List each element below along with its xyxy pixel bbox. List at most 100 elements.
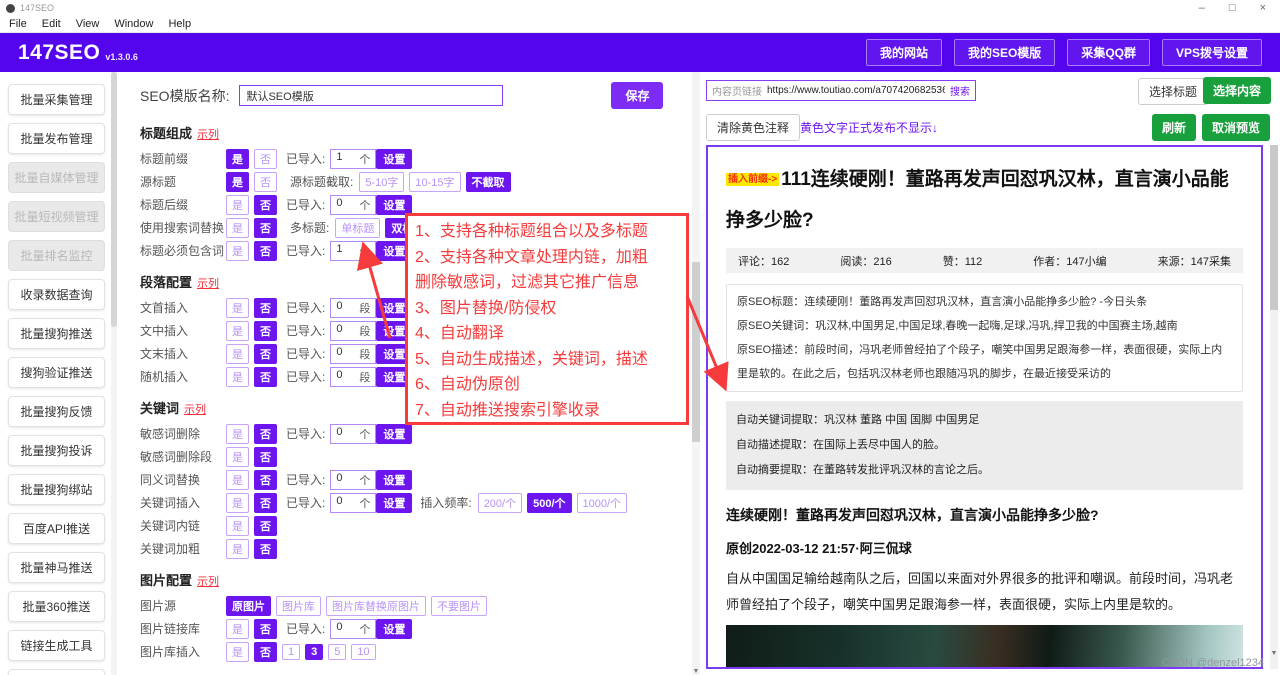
imported-count-input[interactable]: 0段 — [330, 298, 376, 318]
toggle-option[interactable]: 是 — [226, 619, 249, 639]
settings-button[interactable]: 设置 — [376, 195, 412, 215]
content-link-box[interactable]: 内容页链接 https://www.toutiao.com/a707420682… — [706, 80, 976, 101]
refresh-button[interactable]: 刷新 — [1152, 114, 1196, 141]
preview-scrollbar-thumb[interactable] — [1270, 145, 1278, 310]
toggle-option[interactable]: 否 — [254, 321, 277, 341]
menu-item-view[interactable]: View — [76, 18, 100, 30]
imported-count-input[interactable]: 0个 — [330, 470, 376, 490]
close-icon[interactable]: × — [1260, 1, 1266, 15]
toggle-option[interactable]: 是 — [226, 241, 249, 261]
header-nav-item[interactable]: 采集QQ群 — [1067, 39, 1150, 66]
header-nav-item[interactable]: 我的网站 — [866, 39, 942, 66]
menu-item-edit[interactable]: Edit — [42, 18, 61, 30]
sidebar-item[interactable]: 百度API推送 — [8, 513, 105, 544]
toggle-option[interactable]: 是 — [226, 367, 249, 387]
sidebar-scrollbar-thumb[interactable] — [111, 72, 117, 327]
toggle-option[interactable]: 是 — [226, 149, 249, 169]
imported-count-input[interactable]: 0个 — [330, 493, 376, 513]
main-scrollbar-thumb[interactable] — [692, 262, 700, 442]
toggle-option[interactable]: 是 — [226, 493, 249, 513]
content-link-url[interactable]: https://www.toutiao.com/a707420682536052… — [767, 85, 945, 96]
option-chip[interactable]: 不截取 — [466, 172, 511, 192]
option-chip[interactable]: 500/个 — [527, 493, 571, 513]
option-chip[interactable]: 5-10字 — [359, 172, 404, 192]
preview-scrollbar[interactable]: ▼ — [1270, 145, 1278, 669]
sidebar-item[interactable]: 批量神马推送 — [8, 552, 105, 583]
menu-item-file[interactable]: File — [9, 18, 27, 30]
toggle-option[interactable]: 是 — [226, 516, 249, 536]
option-chip[interactable]: 200/个 — [478, 493, 522, 513]
save-button[interactable]: 保存 — [611, 82, 663, 109]
sidebar-item[interactable]: 链接抓取工具 — [8, 669, 105, 675]
header-nav-item[interactable]: VPS拨号设置 — [1162, 39, 1262, 66]
sidebar-item[interactable]: 批量搜狗投诉 — [8, 435, 105, 466]
example-link[interactable]: 示列 — [184, 404, 206, 416]
toggle-option[interactable]: 否 — [254, 447, 277, 467]
toggle-option[interactable]: 是 — [226, 642, 249, 662]
option-chip[interactable]: 图片库替换原图片 — [326, 596, 426, 616]
toggle-option[interactable]: 否 — [254, 241, 277, 261]
toggle-option[interactable]: 是 — [226, 470, 249, 490]
imported-count-input[interactable]: 1个 — [330, 149, 376, 169]
menu-item-window[interactable]: Window — [114, 18, 153, 30]
select-title-button[interactable]: 选择标题 — [1138, 78, 1208, 105]
sidebar-item[interactable]: 搜狗验证推送 — [8, 357, 105, 388]
sidebar-item[interactable]: 批量360推送 — [8, 591, 105, 622]
settings-button[interactable]: 设置 — [376, 149, 412, 169]
example-link[interactable]: 示列 — [197, 278, 219, 290]
clear-yellow-notes-button[interactable]: 清除黄色注释 — [706, 114, 800, 141]
main-scrollbar[interactable]: ▼ — [692, 72, 700, 675]
option-chip[interactable]: 1 — [282, 644, 300, 660]
option-chip[interactable]: 图片库 — [276, 596, 321, 616]
settings-button[interactable]: 设置 — [376, 619, 412, 639]
toggle-option[interactable]: 否 — [254, 172, 277, 192]
toggle-option[interactable]: 是 — [226, 447, 249, 467]
sidebar-item[interactable]: 批量采集管理 — [8, 84, 105, 115]
preview-scroll-down-icon[interactable]: ▼ — [1270, 650, 1278, 657]
option-chip[interactable]: 1000/个 — [577, 493, 628, 513]
header-nav-item[interactable]: 我的SEO模版 — [954, 39, 1055, 66]
toggle-option[interactable]: 否 — [254, 344, 277, 364]
toggle-option[interactable]: 否 — [254, 619, 277, 639]
toggle-option[interactable]: 否 — [254, 516, 277, 536]
option-chip[interactable]: 单标题 — [335, 218, 380, 238]
toggle-option[interactable]: 否 — [254, 424, 277, 444]
sidebar-item[interactable]: 批量搜狗反馈 — [8, 396, 105, 427]
settings-button[interactable]: 设置 — [376, 493, 412, 513]
maximize-icon[interactable]: □ — [1229, 1, 1236, 15]
imported-count-input[interactable]: 0个 — [330, 424, 376, 444]
cancel-preview-button[interactable]: 取消预览 — [1202, 114, 1270, 141]
imported-count-input[interactable]: 0段 — [330, 321, 376, 341]
sidebar-scrollbar[interactable] — [111, 72, 117, 675]
sidebar-item[interactable]: 批量搜狗推送 — [8, 318, 105, 349]
search-link[interactable]: 搜索 — [950, 83, 970, 98]
settings-button[interactable]: 设置 — [376, 470, 412, 490]
toggle-option[interactable]: 是 — [226, 298, 249, 318]
select-content-button[interactable]: 选择内容 — [1203, 77, 1271, 104]
example-link[interactable]: 示列 — [197, 576, 219, 588]
toggle-option[interactable]: 否 — [254, 642, 277, 662]
sidebar-item[interactable]: 收录数据查询 — [8, 279, 105, 310]
imported-count-input[interactable]: 0个 — [330, 619, 376, 639]
toggle-option[interactable]: 是 — [226, 172, 249, 192]
example-link[interactable]: 示列 — [197, 129, 219, 141]
toggle-option[interactable]: 否 — [254, 367, 277, 387]
imported-count-input[interactable]: 0段 — [330, 367, 376, 387]
toggle-option[interactable]: 是 — [226, 218, 249, 238]
toggle-option[interactable]: 是 — [226, 424, 249, 444]
settings-button[interactable]: 设置 — [376, 424, 412, 444]
toggle-option[interactable]: 是 — [226, 195, 249, 215]
toggle-option[interactable]: 否 — [254, 470, 277, 490]
option-chip[interactable]: 10-15字 — [409, 172, 460, 192]
option-chip[interactable]: 原图片 — [226, 596, 271, 616]
sidebar-item[interactable]: 批量发布管理 — [8, 123, 105, 154]
menu-item-help[interactable]: Help — [168, 18, 191, 30]
toggle-option[interactable]: 否 — [254, 218, 277, 238]
toggle-option[interactable]: 是 — [226, 539, 249, 559]
sidebar-item[interactable]: 链接生成工具 — [8, 630, 105, 661]
minimize-icon[interactable]: – — [1199, 1, 1205, 15]
sidebar-item[interactable]: 批量搜狗绑站 — [8, 474, 105, 505]
option-chip[interactable]: 5 — [328, 644, 346, 660]
toggle-option[interactable]: 否 — [254, 149, 277, 169]
toggle-option[interactable]: 是 — [226, 344, 249, 364]
